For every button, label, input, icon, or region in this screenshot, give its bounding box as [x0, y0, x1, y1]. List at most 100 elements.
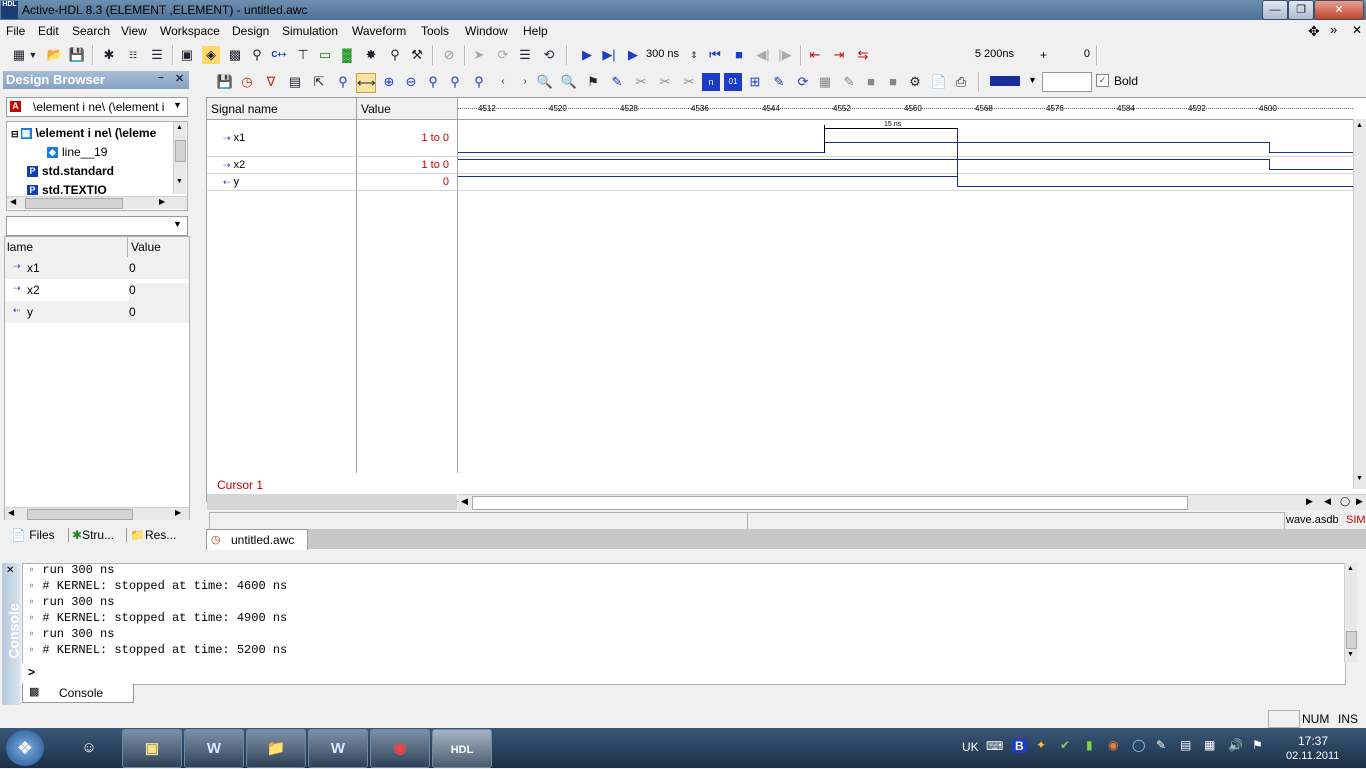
bluetooth-icon[interactable]: B	[1012, 739, 1027, 753]
save-icon[interactable]: 💾	[68, 46, 86, 64]
minimize-button[interactable]: —	[1262, 0, 1288, 20]
compile-icon[interactable]: ✱	[100, 46, 118, 64]
tree-item-line[interactable]: ◈ line__19	[47, 145, 107, 159]
run-icon[interactable]: ▶	[578, 46, 596, 64]
binary-icon[interactable]: 01	[724, 73, 742, 91]
spin-icon[interactable]: ⇕	[688, 46, 700, 64]
run-time-field[interactable]: 300 ns	[646, 46, 684, 62]
block2-icon[interactable]: ■	[884, 73, 902, 91]
security-icon[interactable]: ✔	[1060, 738, 1070, 752]
break-icon[interactable]: ⟲	[540, 46, 558, 64]
tab-structure[interactable]: ✱Stru...	[68, 528, 117, 542]
print-icon[interactable]: ⎙	[952, 73, 970, 91]
zoom-prev-icon[interactable]: ⚲	[470, 73, 488, 91]
filter-combo[interactable]: ▼	[6, 216, 188, 236]
find-prev-icon[interactable]: 🔍	[536, 73, 554, 91]
settings-icon[interactable]: ⚙	[906, 73, 924, 91]
design-flow-icon[interactable]: ◈	[202, 46, 220, 64]
hex-icon[interactable]: n	[702, 73, 720, 91]
tree-hscrollbar[interactable]: ◀ ▶	[7, 196, 187, 209]
menu-edit[interactable]: Edit	[38, 24, 59, 38]
bold-checkbox[interactable]: ✓	[1096, 74, 1109, 87]
tree-scrollbar[interactable]: ▲ ▼	[173, 122, 186, 194]
step-back-icon[interactable]: ⏮	[706, 46, 724, 64]
chevron-down-icon[interactable]: ▼	[173, 100, 182, 110]
chevron-down-icon[interactable]: ▼	[1028, 75, 1037, 85]
pen-icon[interactable]: ✎	[1156, 738, 1166, 752]
step-over-icon[interactable]: ◀|	[754, 46, 772, 64]
copy-icon[interactable]: ✂	[656, 73, 674, 91]
grid-icon[interactable]: ▦	[816, 73, 834, 91]
library-icon[interactable]: ▭	[316, 46, 334, 64]
close-console-icon[interactable]: ✕	[6, 565, 14, 576]
taskbar-app-word2[interactable]: W	[308, 729, 368, 768]
cursor-row[interactable]: Cursor 1	[207, 474, 457, 494]
taskbar-app-notes[interactable]: ▣	[122, 729, 182, 768]
init-sim-icon[interactable]: ➤	[470, 46, 488, 64]
taskbar-app-skype[interactable]: ☺	[60, 729, 118, 766]
preview-icon[interactable]: 📄	[930, 73, 948, 91]
block-icon[interactable]: ■	[862, 73, 880, 91]
menu-waveform[interactable]: Waveform	[352, 24, 406, 38]
taskbar-app-word[interactable]: W	[184, 729, 244, 768]
zoom-icon[interactable]: ⚲	[334, 73, 352, 91]
menu-view[interactable]: View	[121, 24, 147, 38]
col-value-header[interactable]: Value	[131, 240, 161, 254]
measure-icon[interactable]: ⟷	[356, 73, 376, 93]
zoom-out-icon[interactable]: ⊖	[402, 73, 420, 91]
zoom-in-icon[interactable]: ⊕	[380, 73, 398, 91]
flag-icon[interactable]: ⚑	[1252, 738, 1263, 752]
value-header[interactable]: Value	[361, 102, 391, 116]
menu-design[interactable]: Design	[232, 24, 269, 38]
wave-hscrollbar[interactable]: ◀ ▶ ◀ ◯ ▶	[458, 494, 1366, 510]
wave-vscrollbar[interactable]: ▲ ▼	[1353, 119, 1366, 489]
tree-item-standard[interactable]: Pstd.standard	[27, 164, 114, 178]
new-icon[interactable]: ▦	[10, 46, 28, 64]
refresh-icon[interactable]: ⟳	[794, 73, 812, 91]
breakpoint-toggle-icon[interactable]: ⇥	[830, 46, 848, 64]
taskbar-app-chrome[interactable]: ◉	[370, 729, 430, 768]
next-edge-icon[interactable]: ›	[516, 73, 534, 91]
tab-console[interactable]: ▩ Console	[22, 684, 134, 703]
maximize-button[interactable]: ❐	[1288, 0, 1314, 20]
close-doc-icon[interactable]: ✕	[1352, 23, 1362, 37]
menu-tools[interactable]: Tools	[421, 24, 449, 38]
volume-icon[interactable]: 🔊	[1228, 738, 1243, 752]
draw-icon[interactable]: ✎	[608, 73, 626, 91]
step-into-icon[interactable]: |▶	[776, 46, 794, 64]
col-name-header[interactable]: lame	[7, 240, 33, 254]
properties-icon[interactable]: ▤	[286, 73, 304, 91]
wand-icon[interactable]: ✦	[1036, 738, 1046, 752]
tree-item-element[interactable]: ⊟ ▦ \element i ne\ (\eleme	[11, 126, 156, 140]
save-icon[interactable]: 💾	[216, 73, 234, 91]
lightbulb-icon[interactable]: ⚲	[386, 46, 404, 64]
menu-window[interactable]: Window	[465, 24, 508, 38]
zoom-fit-icon[interactable]: ⚲	[424, 73, 442, 91]
menu-simulation[interactable]: Simulation	[282, 24, 338, 38]
move-icon[interactable]: ✥	[1308, 23, 1320, 40]
list-item[interactable]: ⇢ x1 0	[5, 257, 189, 279]
tree-item-textio[interactable]: Pstd.TEXTIO	[27, 183, 107, 195]
expand-icon[interactable]: ⊞	[746, 73, 764, 91]
export-icon[interactable]: ✎	[770, 73, 788, 91]
run-for-icon[interactable]: ▶	[624, 46, 642, 64]
list-icon[interactable]: ☰	[148, 46, 166, 64]
clock-date[interactable]: 02.11.2011	[1286, 750, 1339, 762]
cut-icon[interactable]: ✂	[632, 73, 650, 91]
doc-tab-untitled[interactable]: ◷ untitled.awc	[206, 529, 308, 550]
tab-files[interactable]: 📄 Files	[8, 528, 58, 542]
network-icon[interactable]: ◯	[1132, 738, 1145, 752]
breakpoint-clear-icon[interactable]: ⇆	[854, 46, 872, 64]
menu-workspace[interactable]: Workspace	[160, 24, 220, 38]
chevron-down-icon[interactable]: ▼	[173, 219, 182, 229]
signal-add-icon[interactable]: ∇	[262, 73, 280, 91]
clock-time[interactable]: 17:37	[1298, 734, 1328, 748]
device-icon[interactable]: ▦	[1204, 738, 1215, 752]
language-indicator[interactable]: UK	[962, 740, 979, 754]
close-button[interactable]: ✕	[1314, 0, 1364, 20]
tools-icon[interactable]: ⚒	[408, 46, 426, 64]
close-panel-icon[interactable]: ✕	[175, 72, 184, 85]
chart-icon[interactable]: ▓	[338, 46, 356, 64]
color-swatch[interactable]	[990, 76, 1020, 86]
usb-icon[interactable]: ▤	[1180, 738, 1191, 752]
